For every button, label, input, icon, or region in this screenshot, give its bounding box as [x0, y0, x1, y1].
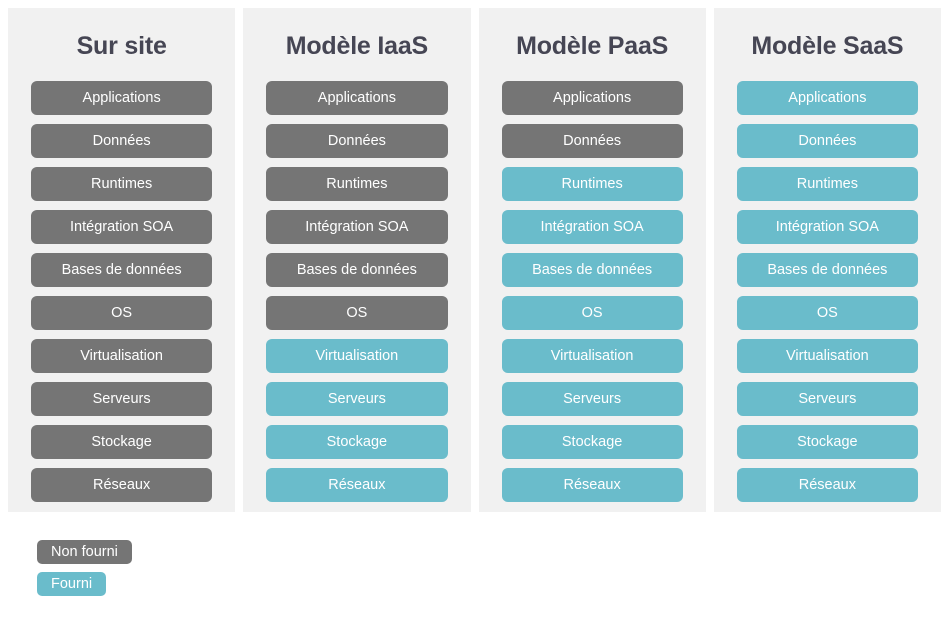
layer-list: Applications Données Runtimes Intégration S… [31, 81, 213, 502]
column-title: Modèle SaaS [751, 32, 904, 60]
layer-pill[interactable]: Données [31, 124, 213, 158]
model-column: Modèle SaaS Applications Données Runtimes In… [713, 8, 941, 512]
layer-pill[interactable]: OS [736, 296, 918, 330]
layer-pill[interactable]: Réseaux [501, 468, 683, 502]
layer-pill[interactable]: Applications [266, 81, 448, 115]
layer-pill[interactable]: Serveurs [31, 382, 213, 416]
model-column: Modèle PaaS Applications Données Runtimes In… [478, 8, 706, 512]
model-columns: Sur site Applications Données Runtimes Intég… [8, 8, 941, 512]
layer-pill[interactable]: Données [736, 124, 918, 158]
layer-pill[interactable]: Bases de données [501, 253, 683, 287]
layer-pill[interactable]: Stockage [501, 425, 683, 459]
layer-pill[interactable]: Bases de données [736, 253, 918, 287]
column-title: Modèle PaaS [516, 32, 669, 60]
layer-pill[interactable]: Intégration SOA [501, 210, 683, 244]
layer-pill[interactable]: Serveurs [266, 382, 448, 416]
layer-pill[interactable]: Intégration SOA [31, 210, 213, 244]
layer-pill[interactable]: Réseaux [736, 468, 918, 502]
layer-pill[interactable]: Runtimes [266, 167, 448, 201]
layer-pill[interactable]: Runtimes [501, 167, 683, 201]
layer-pill[interactable]: Virtualisation [31, 339, 213, 373]
model-column: Sur site Applications Données Runtimes Intég… [8, 8, 236, 512]
layer-pill[interactable]: Données [266, 124, 448, 158]
layer-list: Applications Données Runtimes Intégration S… [501, 81, 683, 502]
layer-list: Applications Données Runtimes Intégration S… [736, 81, 918, 502]
layer-pill[interactable]: Applications [31, 81, 213, 115]
layer-pill[interactable]: Réseaux [31, 468, 213, 502]
layer-pill[interactable]: Bases de données [31, 253, 213, 287]
layer-pill[interactable]: Bases de données [266, 253, 448, 287]
layer-pill[interactable]: Applications [501, 81, 683, 115]
model-column: Modèle IaaS Applications Données Runtimes In… [243, 8, 471, 512]
layer-pill[interactable]: Runtimes [31, 167, 213, 201]
layer-pill[interactable]: Applications [736, 81, 918, 115]
layer-pill[interactable]: OS [266, 296, 448, 330]
layer-pill[interactable]: Réseaux [266, 468, 448, 502]
layer-pill[interactable]: Virtualisation [266, 339, 448, 373]
column-title: Sur site [76, 32, 167, 60]
cloud-service-models-diagram: Sur site Applications Données Runtimes Intég… [0, 0, 941, 623]
legend: Non fourni Fourni [37, 540, 132, 596]
legend-item: Fourni [37, 572, 107, 596]
layer-pill[interactable]: OS [31, 296, 213, 330]
layer-pill[interactable]: Intégration SOA [736, 210, 918, 244]
layer-pill[interactable]: Virtualisation [501, 339, 683, 373]
layer-pill[interactable]: Runtimes [736, 167, 918, 201]
layer-pill[interactable]: Virtualisation [736, 339, 918, 373]
layer-pill[interactable]: Données [501, 124, 683, 158]
layer-pill[interactable]: Serveurs [736, 382, 918, 416]
layer-pill[interactable]: Stockage [31, 425, 213, 459]
layer-list: Applications Données Runtimes Intégration S… [266, 81, 448, 502]
layer-pill[interactable]: Intégration SOA [266, 210, 448, 244]
layer-pill[interactable]: Stockage [736, 425, 918, 459]
layer-pill[interactable]: Serveurs [501, 382, 683, 416]
column-title: Modèle IaaS [285, 32, 429, 60]
legend-item: Non fourni [37, 540, 132, 564]
layer-pill[interactable]: OS [501, 296, 683, 330]
layer-pill[interactable]: Stockage [266, 425, 448, 459]
